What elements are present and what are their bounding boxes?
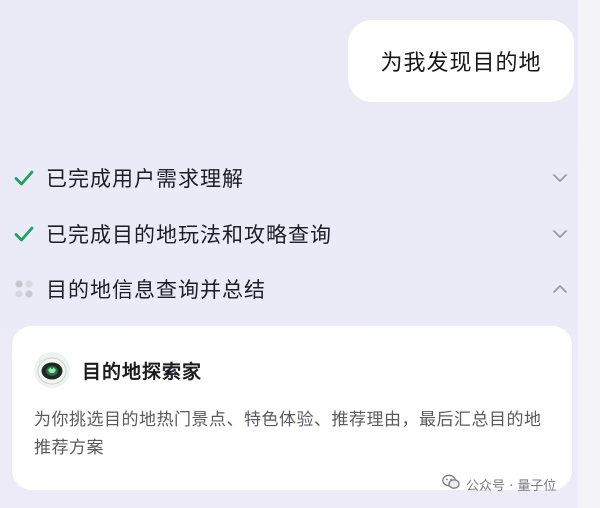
user-message-text: 为我发现目的地 bbox=[380, 51, 542, 76]
chevron-up-icon[interactable] bbox=[550, 279, 570, 299]
check-icon bbox=[12, 166, 36, 190]
right-edge-panel bbox=[578, 0, 600, 508]
step-destination-summary[interactable]: 目的地信息查询并总结 bbox=[12, 269, 580, 309]
step-user-need[interactable]: 已完成用户需求理解 bbox=[12, 158, 580, 198]
user-message-bubble: 为我发现目的地 bbox=[348, 20, 574, 102]
loading-dots-icon bbox=[12, 277, 36, 301]
step-label: 已完成目的地玩法和攻略查询 bbox=[46, 223, 332, 247]
watermark-text: 公众号 · 量子位 bbox=[466, 478, 557, 494]
chevron-down-icon[interactable] bbox=[550, 224, 570, 244]
wechat-icon bbox=[442, 474, 460, 494]
step-destination-query[interactable]: 已完成目的地玩法和攻略查询 bbox=[12, 214, 580, 254]
agent-card: 目的地探索家 为你挑选目的地热门景点、特色体验、推荐理由，最后汇总目的地推荐方案 bbox=[12, 326, 572, 490]
chevron-down-icon[interactable] bbox=[550, 168, 570, 188]
step-label: 已完成用户需求理解 bbox=[46, 167, 244, 191]
agent-card-description: 为你挑选目的地热门景点、特色体验、推荐理由，最后汇总目的地推荐方案 bbox=[34, 410, 542, 458]
watermark: 公众号 · 量子位 bbox=[442, 474, 556, 494]
step-label: 目的地信息查询并总结 bbox=[46, 278, 266, 302]
check-icon bbox=[12, 222, 36, 246]
agent-card-header: 目的地探索家 bbox=[34, 352, 202, 388]
explorer-robot-icon bbox=[34, 352, 70, 388]
agent-card-title: 目的地探索家 bbox=[82, 360, 203, 383]
